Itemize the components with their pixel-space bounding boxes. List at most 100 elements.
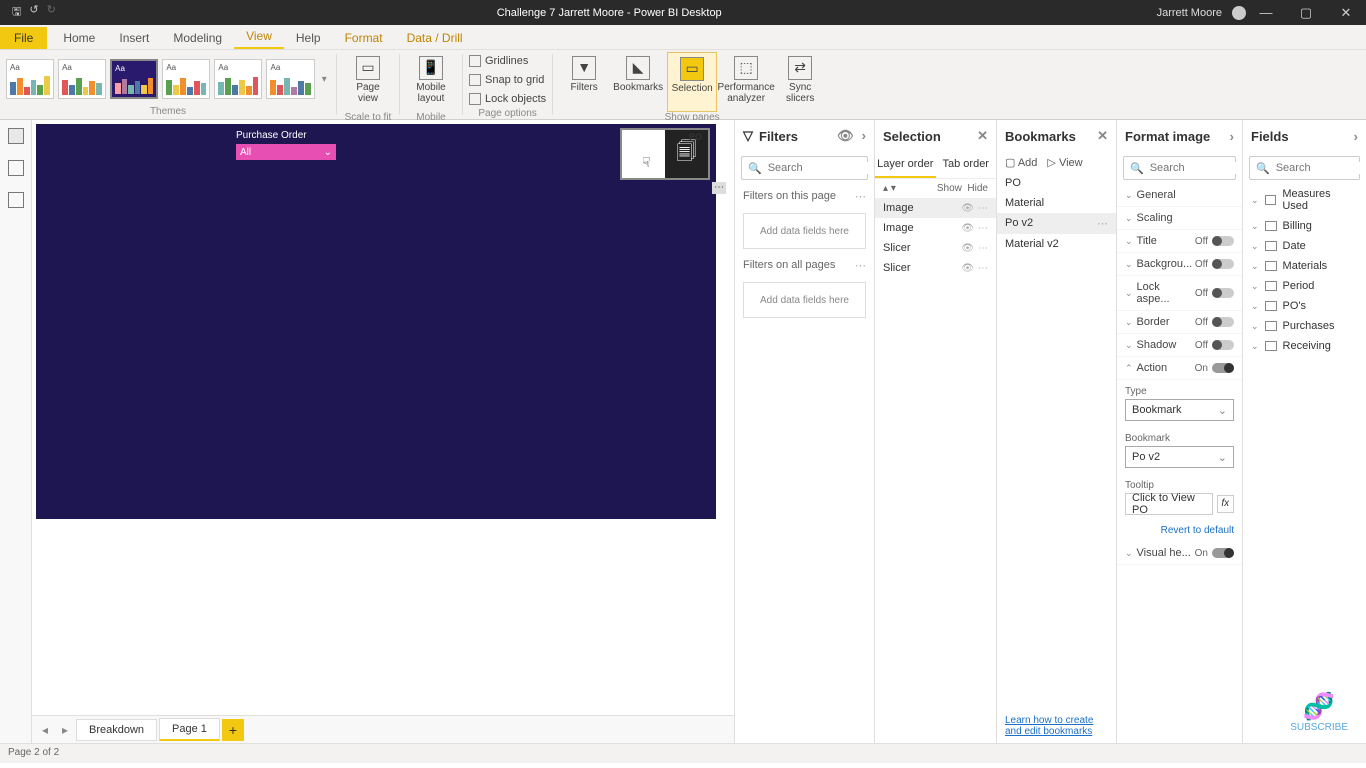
theme-2[interactable]: Aa: [58, 59, 106, 99]
lock-checkbox[interactable]: Lock objects: [469, 90, 546, 108]
minimize-button[interactable]: —: [1246, 5, 1286, 21]
visual-more-icon[interactable]: ⋯: [712, 182, 726, 194]
learn-bookmarks-link[interactable]: Learn how to create and edit bookmarks: [1005, 715, 1093, 737]
bookmark-pov2[interactable]: Po v2⋯: [997, 213, 1116, 234]
page-next-icon[interactable]: ▸: [56, 723, 74, 737]
data-view-icon[interactable]: [8, 160, 24, 176]
bookmark-materialv2[interactable]: Material v2: [997, 234, 1116, 254]
add-page-button[interactable]: +: [222, 719, 244, 741]
action-type-dropdown[interactable]: Bookmark⌄: [1125, 399, 1234, 421]
redo-icon[interactable]: ↻: [47, 3, 56, 22]
format-scaling[interactable]: ⌄Scaling: [1117, 207, 1242, 230]
collapse-icon[interactable]: ›: [862, 128, 866, 144]
bookmark-material[interactable]: Material: [997, 193, 1116, 213]
page-view-button[interactable]: ▭Page view: [343, 52, 393, 112]
theme-6[interactable]: Aa: [266, 59, 314, 99]
bookmark-po[interactable]: PO: [997, 173, 1116, 193]
theme-5[interactable]: Aa: [214, 59, 262, 99]
user-name[interactable]: Jarrett Moore: [1151, 7, 1228, 19]
page-tab-page1[interactable]: Page 1: [159, 718, 220, 741]
save-icon[interactable]: 🖫: [12, 3, 21, 22]
po-image-visual[interactable]: PO ☟ 🗐: [620, 128, 710, 180]
table-materials[interactable]: ⌄Materials: [1243, 256, 1366, 276]
bookmark-add-button[interactable]: ▢ Add: [1005, 156, 1037, 169]
table-period[interactable]: ⌄Period: [1243, 276, 1366, 296]
collapse-icon[interactable]: ›: [1354, 129, 1358, 144]
table-purchases[interactable]: ⌄Purchases: [1243, 316, 1366, 336]
layer-order-tab[interactable]: Layer order: [875, 152, 936, 178]
report-canvas[interactable]: Purchase Order All⌄ PO ☟ 🗐 ⋯: [36, 124, 716, 519]
format-border[interactable]: ⌄BorderOff: [1117, 311, 1242, 334]
fx-button[interactable]: fx: [1217, 495, 1234, 513]
close-icon[interactable]: ✕: [977, 128, 988, 144]
hidden-icon[interactable]: 👁: [961, 203, 974, 214]
format-visual-header[interactable]: ⌄Visual he...On: [1117, 542, 1242, 565]
tab-help[interactable]: Help: [284, 27, 333, 49]
action-bookmark-dropdown[interactable]: Po v2⌄: [1125, 446, 1234, 468]
hidden-icon[interactable]: 👁: [961, 263, 974, 274]
hidden-icon[interactable]: 👁: [961, 223, 974, 234]
tab-insert[interactable]: Insert: [107, 27, 161, 49]
format-lock-aspect[interactable]: ⌄Lock aspe...Off: [1117, 276, 1242, 311]
format-title[interactable]: ⌄TitleOff: [1117, 230, 1242, 253]
format-search[interactable]: 🔍: [1123, 156, 1236, 180]
page-prev-icon[interactable]: ◂: [36, 723, 54, 737]
more-icon[interactable]: ⋯: [855, 190, 866, 203]
theme-4[interactable]: Aa: [162, 59, 210, 99]
format-shadow[interactable]: ⌄ShadowOff: [1117, 334, 1242, 357]
sync-slicers-button[interactable]: ⇄Sync slicers: [775, 52, 825, 112]
themes-dropdown-icon[interactable]: ▾: [319, 74, 330, 85]
selection-item-slicer[interactable]: Slicer👁⋯: [875, 238, 996, 258]
table-date[interactable]: ⌄Date: [1243, 236, 1366, 256]
tab-datadrill[interactable]: Data / Drill: [395, 27, 475, 49]
page-tab-breakdown[interactable]: Breakdown: [76, 719, 157, 741]
fields-search[interactable]: 🔍: [1249, 156, 1360, 180]
table-receiving[interactable]: ⌄Receiving: [1243, 336, 1366, 356]
purchase-order-slicer[interactable]: All⌄: [236, 144, 336, 160]
tab-modeling[interactable]: Modeling: [161, 27, 234, 49]
selection-item-image[interactable]: Image👁⋯: [875, 198, 996, 218]
tab-order-tab[interactable]: Tab order: [936, 152, 997, 178]
undo-icon[interactable]: ↺: [29, 3, 38, 22]
file-tab[interactable]: File: [0, 27, 47, 49]
more-icon[interactable]: ⋯: [1097, 217, 1108, 230]
show-label[interactable]: Show: [937, 183, 962, 194]
format-background[interactable]: ⌄Backgrou...Off: [1117, 253, 1242, 276]
move-down-icon[interactable]: ▾: [891, 183, 896, 194]
filters-pane-button[interactable]: ▼Filters: [559, 52, 609, 112]
format-general[interactable]: ⌄General: [1117, 184, 1242, 207]
collapse-icon[interactable]: ›: [1230, 129, 1234, 144]
theme-1[interactable]: Aa: [6, 59, 54, 99]
more-icon[interactable]: ⋯: [855, 259, 866, 272]
theme-3-selected[interactable]: Aa: [110, 59, 158, 99]
hide-label[interactable]: Hide: [967, 183, 988, 194]
tab-format[interactable]: Format: [333, 27, 395, 49]
revert-default-link[interactable]: Revert to default: [1117, 519, 1242, 542]
gridlines-checkbox[interactable]: Gridlines: [469, 52, 528, 70]
report-view-icon[interactable]: [8, 128, 24, 144]
move-up-icon[interactable]: ▴: [883, 183, 888, 194]
selection-item-image2[interactable]: Image👁⋯: [875, 218, 996, 238]
tooltip-input[interactable]: Click to View PO: [1125, 493, 1213, 515]
bookmarks-pane-button[interactable]: ◣Bookmarks: [613, 52, 663, 112]
maximize-button[interactable]: ▢: [1286, 5, 1326, 21]
mobile-layout-button[interactable]: 📱Mobile layout: [406, 52, 456, 112]
add-fields-all[interactable]: Add data fields here: [743, 282, 866, 318]
perf-analyzer-button[interactable]: ⬚Performance analyzer: [721, 52, 771, 112]
tab-view[interactable]: View: [234, 25, 284, 49]
close-button[interactable]: ✕: [1326, 5, 1366, 21]
table-billing[interactable]: ⌄Billing: [1243, 216, 1366, 236]
avatar[interactable]: [1232, 6, 1246, 20]
add-fields-page[interactable]: Add data fields here: [743, 213, 866, 249]
eye-icon[interactable]: 👁: [837, 128, 854, 144]
selection-pane-button[interactable]: ▭Selection: [667, 52, 717, 112]
subscribe-badge[interactable]: 🧬 SUBSCRIBE: [1290, 691, 1348, 733]
snap-checkbox[interactable]: Snap to grid: [469, 71, 544, 89]
bookmark-view-button[interactable]: ▷ View: [1047, 156, 1082, 169]
hidden-icon[interactable]: 👁: [961, 243, 974, 254]
table-measures[interactable]: ⌄Measures Used: [1243, 184, 1366, 216]
selection-item-slicer2[interactable]: Slicer👁⋯: [875, 258, 996, 278]
tab-home[interactable]: Home: [51, 27, 107, 49]
model-view-icon[interactable]: [8, 192, 24, 208]
table-pos[interactable]: ⌄PO's: [1243, 296, 1366, 316]
